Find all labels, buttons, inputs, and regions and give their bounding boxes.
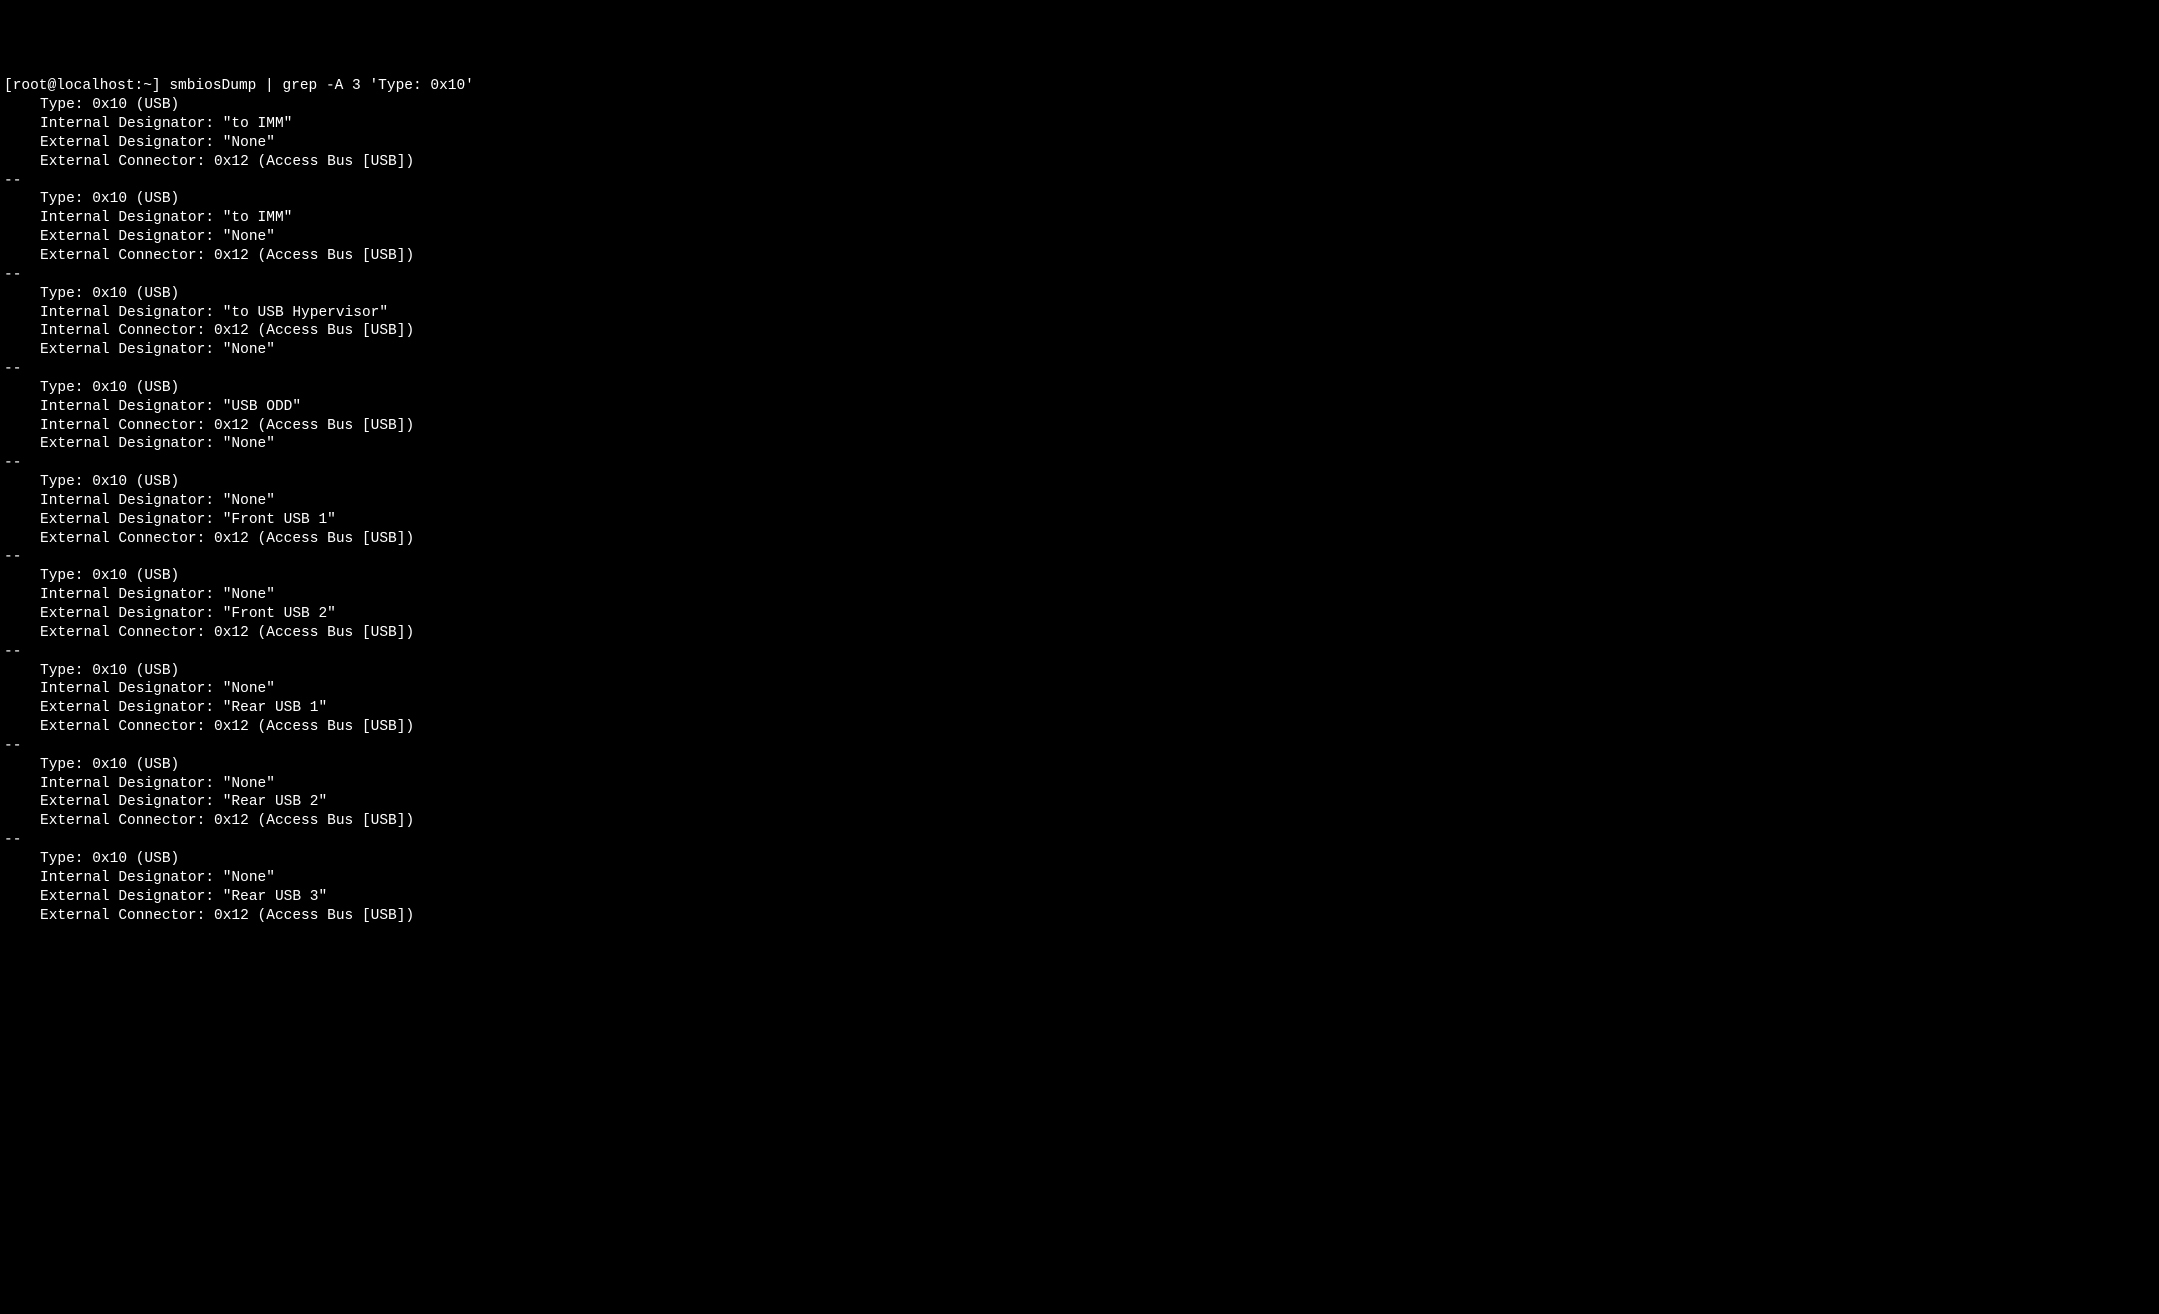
output-line: External Connector: 0x12 (Access Bus [US…	[4, 153, 2155, 172]
separator-line: --	[4, 172, 2155, 191]
output-line: Internal Designator: "None"	[4, 775, 2155, 794]
output-line: Internal Designator: "None"	[4, 869, 2155, 888]
output-line: External Designator: "None"	[4, 134, 2155, 153]
separator-line: --	[4, 454, 2155, 473]
separator-line: --	[4, 737, 2155, 756]
output-line: External Designator: "Rear USB 2"	[4, 793, 2155, 812]
separator-line: --	[4, 360, 2155, 379]
output-line: Type: 0x10 (USB)	[4, 756, 2155, 775]
separator-line: --	[4, 643, 2155, 662]
output-line: Internal Designator: "to IMM"	[4, 209, 2155, 228]
separator-line: --	[4, 548, 2155, 567]
output-line: External Connector: 0x12 (Access Bus [US…	[4, 530, 2155, 549]
output-line: External Designator: "Rear USB 1"	[4, 699, 2155, 718]
separator-line: --	[4, 831, 2155, 850]
separator-line: --	[4, 266, 2155, 285]
output-line: External Designator: "Front USB 2"	[4, 605, 2155, 624]
output-line: External Connector: 0x12 (Access Bus [US…	[4, 247, 2155, 266]
output-line: External Connector: 0x12 (Access Bus [US…	[4, 718, 2155, 737]
output-line: Type: 0x10 (USB)	[4, 567, 2155, 586]
output-line: External Connector: 0x12 (Access Bus [US…	[4, 624, 2155, 643]
output-line: Internal Connector: 0x12 (Access Bus [US…	[4, 322, 2155, 341]
output-line: External Connector: 0x12 (Access Bus [US…	[4, 812, 2155, 831]
output-line: Internal Designator: "USB ODD"	[4, 398, 2155, 417]
output-line: Internal Designator: "to USB Hypervisor"	[4, 304, 2155, 323]
output-line: Type: 0x10 (USB)	[4, 285, 2155, 304]
output-line: External Designator: "Rear USB 3"	[4, 888, 2155, 907]
command-prompt: [root@localhost:~] smbiosDump | grep -A …	[4, 77, 2155, 96]
output-line: Type: 0x10 (USB)	[4, 662, 2155, 681]
output-line: Internal Designator: "None"	[4, 492, 2155, 511]
output-line: Type: 0x10 (USB)	[4, 850, 2155, 869]
output-line: Type: 0x10 (USB)	[4, 379, 2155, 398]
output-line: External Connector: 0x12 (Access Bus [US…	[4, 907, 2155, 926]
output-line: Internal Connector: 0x12 (Access Bus [US…	[4, 417, 2155, 436]
output-line: External Designator: "None"	[4, 341, 2155, 360]
output-line: Internal Designator: "None"	[4, 586, 2155, 605]
output-line: Internal Designator: "None"	[4, 680, 2155, 699]
output-line: External Designator: "None"	[4, 435, 2155, 454]
output-line: External Designator: "None"	[4, 228, 2155, 247]
output-line: Internal Designator: "to IMM"	[4, 115, 2155, 134]
output-line: Type: 0x10 (USB)	[4, 190, 2155, 209]
output-line: External Designator: "Front USB 1"	[4, 511, 2155, 530]
output-line: Type: 0x10 (USB)	[4, 473, 2155, 492]
terminal-output: [root@localhost:~] smbiosDump | grep -A …	[4, 77, 2155, 925]
output-line: Type: 0x10 (USB)	[4, 96, 2155, 115]
